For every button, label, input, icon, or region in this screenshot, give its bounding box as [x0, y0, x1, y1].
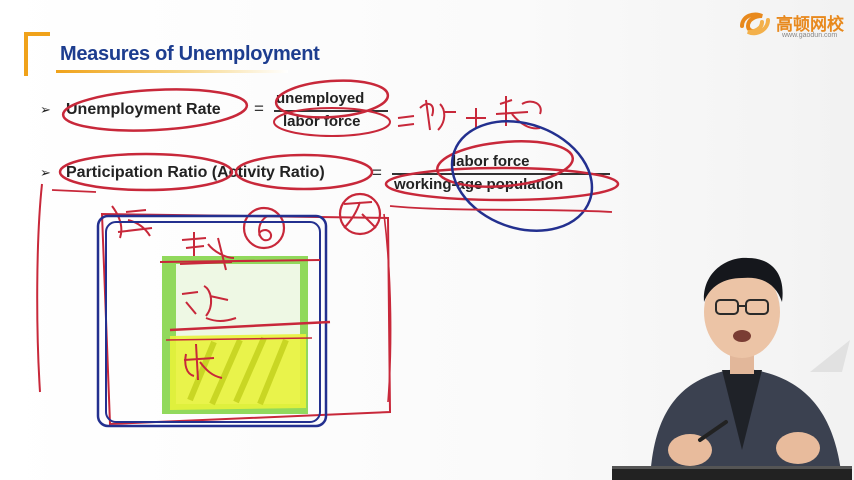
presenter-hand-left — [668, 434, 712, 466]
circled-bu — [338, 192, 382, 236]
video-frame: Measures of Unemployment 高顿网校 www.gaodun… — [0, 0, 854, 480]
presenter-mouth — [733, 330, 751, 342]
decorative-arrow-icon — [810, 340, 850, 372]
ink-stroke — [389, 205, 613, 213]
ink-bracket — [36, 183, 43, 393]
circle-unemployed — [274, 79, 390, 119]
handwritten-bu — [343, 201, 377, 229]
handwritten-six — [258, 215, 272, 242]
circle-participation-ratio — [58, 152, 234, 192]
circle-labor-force — [273, 107, 391, 137]
handwritten-jiu — [419, 99, 456, 131]
presenter-hand-right — [776, 432, 820, 464]
circle-activity-ratio — [234, 153, 374, 191]
circled-six — [242, 206, 286, 250]
handwritten-shi — [495, 96, 542, 130]
ink-stroke — [51, 189, 97, 193]
circle-unemployment-rate — [61, 88, 249, 132]
ink-stroke — [383, 213, 392, 403]
presenter-monitor — [612, 466, 852, 480]
handwritten-equals — [397, 115, 415, 127]
circle-working-age-population — [384, 166, 620, 202]
